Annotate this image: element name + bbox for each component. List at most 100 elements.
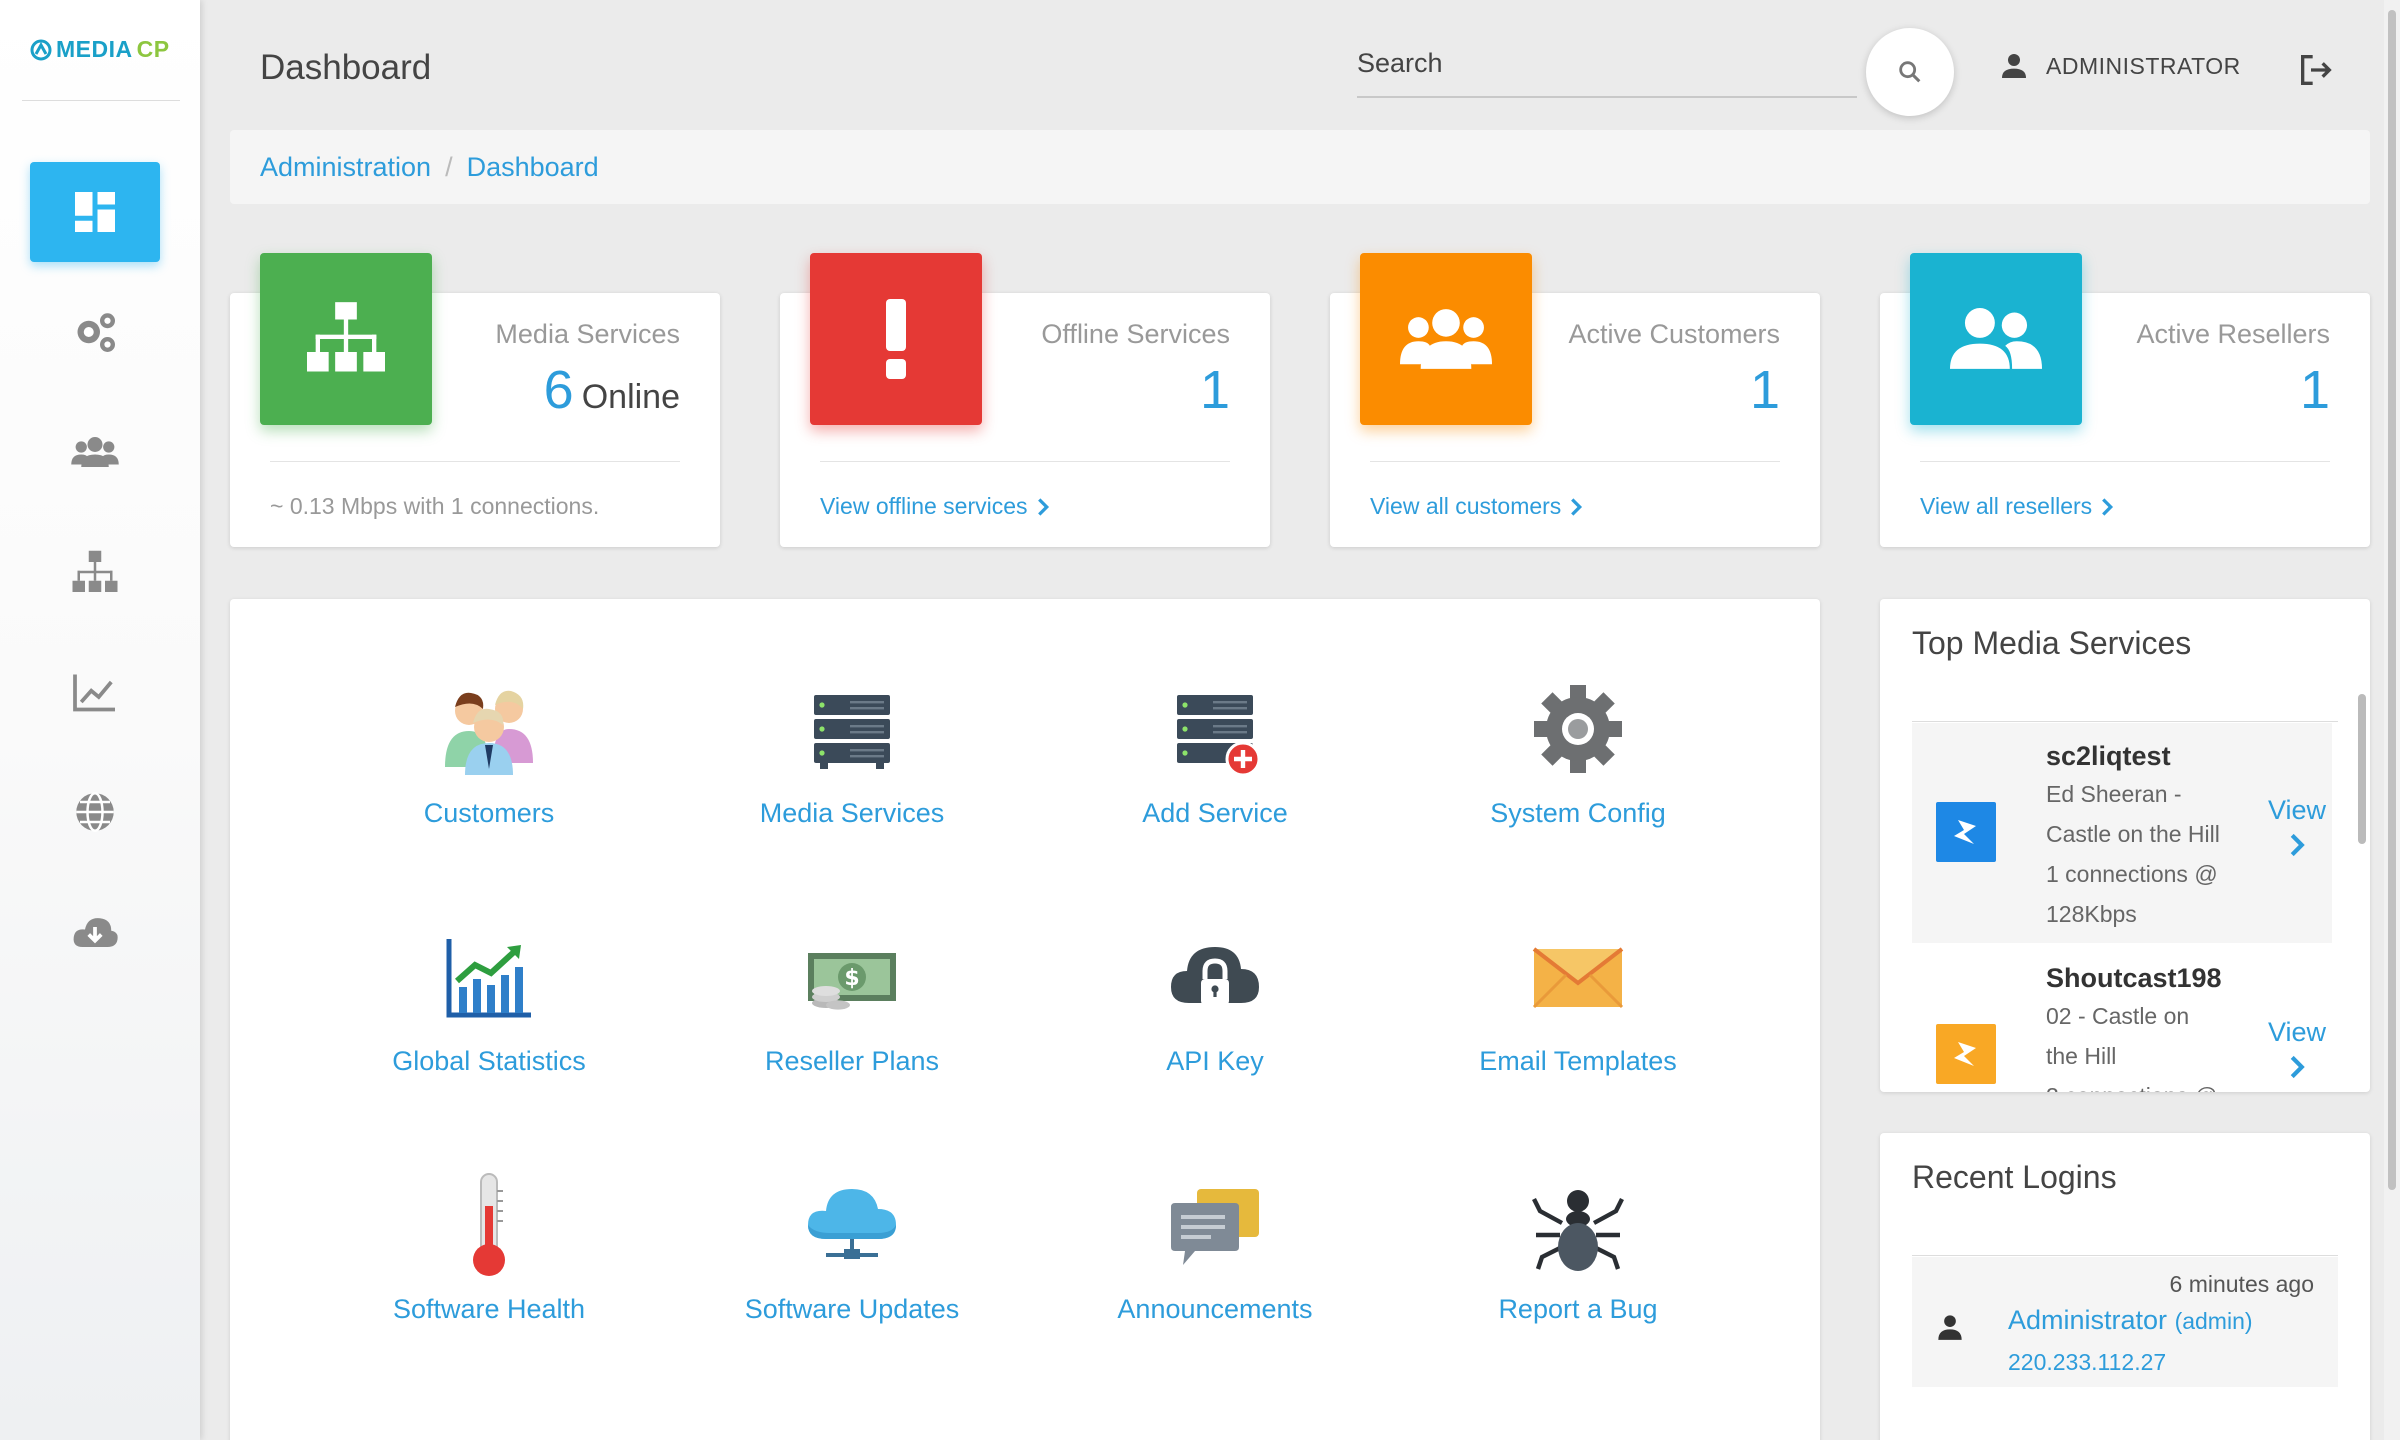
link-text: View all customers xyxy=(1370,493,1562,519)
tool-label: Software Health xyxy=(392,1294,586,1324)
card-divider xyxy=(1920,461,2330,462)
nav-customers[interactable] xyxy=(30,402,160,502)
page-scrollbar[interactable] xyxy=(2384,0,2400,1440)
tool-software-health[interactable]: Software Health xyxy=(339,1170,639,1325)
tool-email-templates[interactable]: Email Templates xyxy=(1428,922,1728,1077)
logo-divider xyxy=(22,100,180,101)
tool-add-service[interactable]: Add Service xyxy=(1065,674,1365,829)
tool-api-key[interactable]: API Key xyxy=(1065,922,1365,1077)
thermometer-icon xyxy=(473,1173,505,1276)
search-field[interactable] xyxy=(1357,44,1857,98)
view-service-link[interactable]: View xyxy=(2268,1017,2326,1087)
login-user-link[interactable]: Administrator xyxy=(2008,1305,2167,1335)
login-time: 6 minutes ago xyxy=(2169,1271,2314,1297)
offline-services-tile xyxy=(810,253,982,425)
tool-label: Reseller Plans xyxy=(764,1046,940,1076)
stat-label: Offline Services xyxy=(1041,319,1230,349)
view-label: View xyxy=(2268,1017,2327,1047)
user-menu[interactable]: ADMINISTRATOR xyxy=(1998,50,2241,82)
stat-value: 1 xyxy=(1749,360,1780,420)
stat-suffix: Online xyxy=(581,378,680,416)
login-ip: 220.233.112.27 xyxy=(2008,1349,2167,1375)
stat-value: 1 xyxy=(2299,360,2330,420)
envelope-icon xyxy=(1532,947,1624,1009)
media-services-tile xyxy=(260,253,432,425)
stat-value: 6 Online xyxy=(544,359,680,421)
search-input[interactable] xyxy=(1357,44,1857,79)
logo[interactable]: MEDIA CP xyxy=(30,36,170,63)
tool-system-config[interactable]: System Config xyxy=(1428,674,1728,829)
cogs-icon xyxy=(77,313,115,352)
tool-report-bug[interactable]: Report a Bug xyxy=(1428,1170,1728,1325)
logout-button[interactable] xyxy=(2296,50,2336,95)
top-media-services-panel: Top Media Services sc2liqtest Ed Sheeran… xyxy=(1880,599,2370,1092)
tool-label: System Config xyxy=(1490,798,1666,828)
chevron-right-icon xyxy=(2290,833,2305,857)
nav-settings[interactable] xyxy=(30,282,160,382)
search-button[interactable] xyxy=(1866,28,1954,116)
user-icon xyxy=(2002,54,2026,78)
tool-label: Report a Bug xyxy=(1498,1294,1658,1324)
service-details: 02 - Castle on the Hill 3 connections @ xyxy=(2046,996,2236,1092)
view-offline-services-link[interactable]: View offline services xyxy=(820,493,1050,520)
cloud-lock-icon xyxy=(1171,947,1259,1005)
tool-label: Software Updates xyxy=(744,1294,960,1324)
service-details: Ed Sheeran - Castle on the Hill 1 connec… xyxy=(2046,774,2236,934)
stat-card-active-resellers: Active Resellers 1 View all resellers xyxy=(1880,253,2370,547)
media-service-item: sc2liqtest Ed Sheeran - Castle on the Hi… xyxy=(1912,723,2332,943)
chevron-right-icon xyxy=(1571,497,1583,516)
nav-network[interactable] xyxy=(30,762,160,862)
login-entry: 6 minutes ago Administrator (admin) 220.… xyxy=(1912,1257,2338,1387)
money-icon: $ xyxy=(808,953,896,1010)
service-detail-line: the Hill xyxy=(2046,1043,2117,1069)
card-divider xyxy=(1370,461,1780,462)
logo-text: MEDIA xyxy=(56,36,133,62)
gear-icon xyxy=(1534,685,1622,773)
nav-dashboard[interactable] xyxy=(30,162,160,262)
cloud-download-icon xyxy=(73,918,118,947)
service-detail-line: 3 connections @ xyxy=(2046,1076,2236,1092)
chart-icon xyxy=(73,674,115,712)
stat-card-media-services: Media Services 6 Online ~ 0.13 Mbps with … xyxy=(230,253,720,547)
card-divider xyxy=(820,461,1230,462)
view-all-resellers-link[interactable]: View all resellers xyxy=(1920,493,2114,520)
sitemap-icon xyxy=(72,550,118,592)
exclamation-icon xyxy=(886,299,906,379)
logo-icon xyxy=(30,39,52,60)
link-text: View all resellers xyxy=(1920,493,2093,519)
page-title: Dashboard xyxy=(260,48,432,87)
user-icon xyxy=(1938,1315,1962,1340)
tool-reseller-plans[interactable]: $ Reseller Plans xyxy=(702,922,1002,1077)
tool-customers[interactable]: Customers xyxy=(339,674,639,829)
nav-media-services[interactable] xyxy=(30,522,160,622)
media-service-item: Shoutcast198 02 - Castle on the Hill 3 c… xyxy=(1912,945,2332,1092)
svg-text:$: $ xyxy=(844,966,859,991)
sitemap-icon xyxy=(307,302,385,372)
service-name: sc2liqtest xyxy=(2046,741,2171,771)
tool-media-services[interactable]: Media Services xyxy=(702,674,1002,829)
chevron-right-icon xyxy=(2290,1055,2305,1079)
service-name: Shoutcast198 xyxy=(2046,963,2222,993)
breadcrumb-administration[interactable]: Administration xyxy=(260,152,431,183)
view-all-customers-link[interactable]: View all customers xyxy=(1370,493,1583,520)
stat-footer: ~ 0.13 Mbps with 1 connections. xyxy=(270,493,600,519)
recent-logins-panel: Recent Logins 6 minutes ago Administrato… xyxy=(1880,1133,2370,1440)
tool-global-statistics[interactable]: Global Statistics xyxy=(339,922,639,1077)
view-service-link[interactable]: View xyxy=(2268,795,2326,865)
tool-announcements[interactable]: Announcements xyxy=(1065,1170,1365,1325)
nav-statistics[interactable] xyxy=(30,642,160,742)
chat-icon xyxy=(1171,1189,1259,1265)
stat-card-active-customers: Active Customers 1 View all customers xyxy=(1330,253,1820,547)
panel-scrollbar[interactable] xyxy=(2358,694,2366,844)
bug-icon xyxy=(1532,1190,1624,1271)
dashboard-icon xyxy=(75,192,115,232)
users-icon xyxy=(1400,309,1492,369)
tool-software-updates[interactable]: Software Updates xyxy=(702,1170,1002,1325)
tools-panel: Customers Media Services Add Service Sys… xyxy=(230,599,1820,1440)
stat-card-offline-services: Offline Services 1 View offline services xyxy=(780,253,1270,547)
stream-icon xyxy=(1936,1024,1996,1084)
nav-downloads[interactable] xyxy=(30,882,160,982)
breadcrumb-dashboard[interactable]: Dashboard xyxy=(467,152,599,183)
chevron-right-icon xyxy=(1037,497,1049,516)
page-scrollbar-thumb[interactable] xyxy=(2388,10,2396,1190)
